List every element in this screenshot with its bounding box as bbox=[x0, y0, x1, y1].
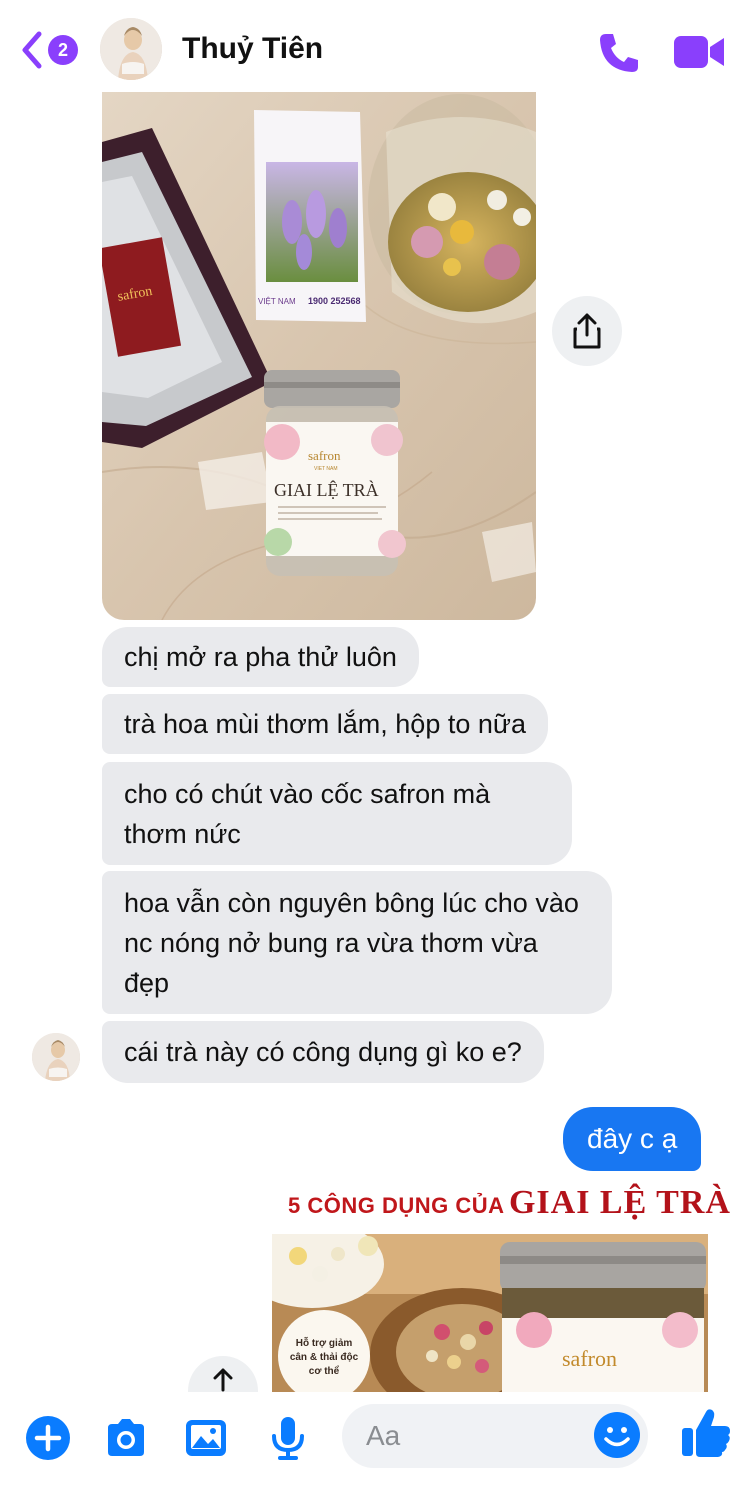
received-message[interactable]: chị mở ra pha thử luôn bbox=[102, 627, 419, 687]
plus-icon[interactable] bbox=[24, 1414, 72, 1462]
photo-scene: safron VIỆT NAM 1900 252568 safron VIET … bbox=[102, 92, 536, 620]
received-message[interactable]: cho có chút vào cốc safron mà thơm nức bbox=[102, 762, 572, 865]
chat-screen: 2 Thuỷ Tiên safron VIỆT NAM 1900 252568 … bbox=[0, 0, 750, 1500]
contact-avatar[interactable] bbox=[100, 18, 162, 80]
received-message[interactable]: trà hoa mùi thơm lắm, hộp to nữa bbox=[102, 694, 548, 754]
chevron-left-icon bbox=[22, 31, 42, 69]
caption-line-1: Hỗ trợ giảm bbox=[296, 1336, 353, 1349]
gallery-icon[interactable] bbox=[182, 1414, 230, 1462]
received-message[interactable]: hoa vẫn còn nguyên bông lúc cho vào nc n… bbox=[102, 871, 612, 1014]
jar-brand: safron bbox=[308, 448, 341, 463]
sent-jar-brand: safron bbox=[562, 1346, 617, 1371]
avatar-photo bbox=[100, 18, 162, 80]
chat-header: 2 Thuỷ Tiên bbox=[0, 0, 750, 96]
sender-avatar[interactable] bbox=[32, 1033, 80, 1081]
message-composer bbox=[0, 1392, 750, 1500]
message-input[interactable] bbox=[366, 1416, 566, 1456]
caption-line-3: cơ thể bbox=[309, 1365, 340, 1377]
camera-icon[interactable] bbox=[102, 1414, 150, 1462]
jar-sub: VIET NAM bbox=[314, 466, 338, 472]
unread-count-badge: 2 bbox=[48, 35, 78, 65]
sent-image[interactable]: Hỗ trợ giảm cân & thải độc cơ thể safron bbox=[272, 1234, 708, 1394]
brochure-side: VIỆT NAM bbox=[258, 297, 296, 306]
brochure-phone: 1900 252568 bbox=[308, 296, 361, 306]
jar-title: GIAI LỆ TRÀ bbox=[274, 479, 379, 500]
back-button[interactable]: 2 bbox=[20, 30, 78, 70]
contact-name[interactable]: Thuỷ Tiên bbox=[182, 32, 323, 66]
emoji-icon[interactable] bbox=[592, 1410, 642, 1460]
phone-icon[interactable] bbox=[596, 30, 642, 76]
caption-line-2: cân & thải độc bbox=[290, 1352, 359, 1363]
title-big: GIAI LỆ TRÀ bbox=[508, 1184, 731, 1221]
share-icon bbox=[573, 313, 601, 349]
thumbs-up-icon[interactable] bbox=[680, 1406, 732, 1460]
sent-image-scene: Hỗ trợ giảm cân & thải độc cơ thể safron bbox=[272, 1234, 708, 1394]
received-photo[interactable]: safron VIỆT NAM 1900 252568 safron VIET … bbox=[102, 92, 536, 620]
sent-image-title: 5 CÔNG DỤNG CỦA GIAI LỆ TRÀ bbox=[288, 1184, 731, 1224]
share-button[interactable] bbox=[552, 296, 622, 366]
title-small: 5 CÔNG DỤNG CỦA bbox=[288, 1193, 505, 1218]
microphone-icon[interactable] bbox=[264, 1414, 312, 1462]
share-icon bbox=[213, 1368, 233, 1392]
avatar-photo bbox=[32, 1033, 80, 1081]
video-camera-icon[interactable] bbox=[672, 32, 726, 72]
received-message[interactable]: cái trà này có công dụng gì ko e? bbox=[102, 1021, 544, 1083]
sent-message[interactable]: đây c ạ bbox=[563, 1107, 702, 1171]
